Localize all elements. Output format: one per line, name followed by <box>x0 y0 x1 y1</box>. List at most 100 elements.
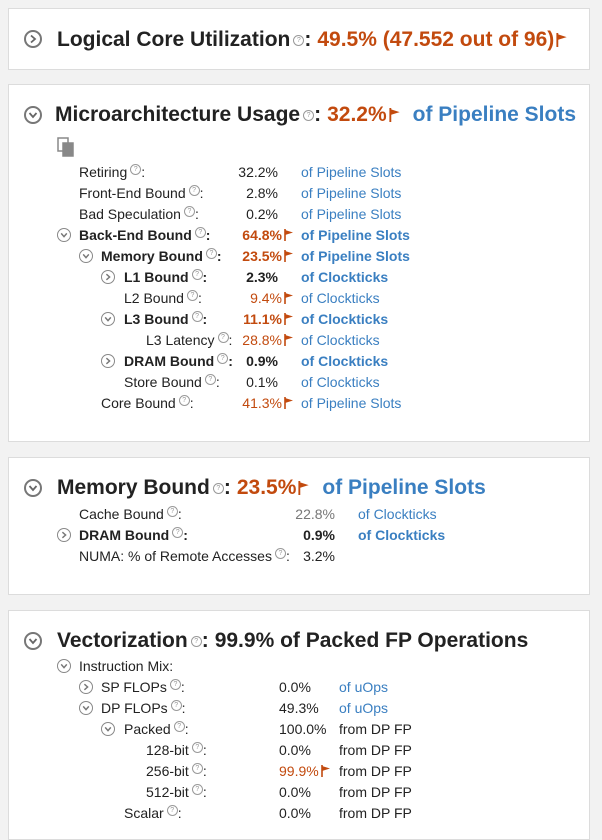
help-icon[interactable]: ? <box>186 290 198 302</box>
metric-row-bad-speculation: Bad Speculation?: 0.2% of Pipeline Slots <box>9 204 589 225</box>
vectorization-title: Vectorization <box>57 629 188 652</box>
collapse-toggle-icon[interactable] <box>79 701 93 715</box>
metric-unit: from DP FP <box>339 721 412 737</box>
help-icon[interactable]: ? <box>183 206 195 218</box>
help-icon[interactable]: ? <box>169 679 181 691</box>
flag-icon <box>556 33 567 47</box>
help-icon[interactable]: ? <box>303 109 315 121</box>
metric-row-back-end-bound: Back-End Bound?: 64.8% of Pipeline Slots <box>9 225 589 246</box>
flag-icon <box>284 250 293 262</box>
metric-value: 0.0% <box>279 679 311 695</box>
collapse-toggle-icon[interactable] <box>24 479 42 497</box>
metric-row-l3-latency: L3 Latency?: 28.8% of Clockticks <box>9 330 589 351</box>
help-icon[interactable]: ? <box>194 227 206 239</box>
expand-toggle-icon[interactable] <box>57 528 71 542</box>
memory-bound-unit: of Pipeline Slots <box>322 476 486 499</box>
flag-icon <box>284 313 293 325</box>
expand-toggle-icon[interactable] <box>24 30 42 48</box>
help-icon[interactable]: ? <box>190 635 202 647</box>
help-icon[interactable]: ? <box>191 311 203 323</box>
metric-row-l3-bound: L3 Bound?: 11.1% of Clockticks <box>9 309 589 330</box>
metric-label: Memory Bound <box>101 248 203 264</box>
collapse-toggle-icon[interactable] <box>24 106 42 124</box>
microarchitecture-usage-panel: Microarchitecture Usage ? : 32.2% of Pip… <box>8 84 590 442</box>
microarchitecture-title: Microarchitecture Usage <box>55 103 301 126</box>
metric-label: Packed <box>124 721 171 737</box>
metric-value: 11.1% <box>209 309 294 330</box>
metric-value: 9.4% <box>209 288 294 309</box>
help-icon[interactable]: ? <box>166 805 178 817</box>
metric-value: 0.1% <box>246 374 278 390</box>
metric-label: 512-bit <box>146 784 189 800</box>
metric-value-text: 23.5% <box>242 248 282 264</box>
metric-label: L3 Bound <box>124 311 189 327</box>
help-icon[interactable]: ? <box>293 34 305 46</box>
help-icon[interactable]: ? <box>191 742 203 754</box>
flag-icon <box>320 765 330 777</box>
metric-unit: of Clockticks <box>358 527 446 543</box>
expand-toggle-icon[interactable] <box>101 270 115 284</box>
metric-unit: of Clockticks <box>301 269 389 285</box>
collapse-toggle-icon[interactable] <box>79 249 93 263</box>
metric-value: 3.2% <box>303 548 335 564</box>
help-icon[interactable]: ? <box>178 395 190 407</box>
help-icon[interactable]: ? <box>170 700 182 712</box>
metric-unit: of Pipeline Slots <box>301 206 402 222</box>
metric-unit: of Pipeline Slots <box>301 164 402 180</box>
collapse-toggle-icon[interactable] <box>101 722 115 736</box>
metric-value: 0.9% <box>303 527 335 543</box>
metric-value: 0.0% <box>279 742 311 758</box>
metric-value: 49.3% <box>279 700 319 716</box>
copy-icon[interactable] <box>57 137 75 157</box>
metric-label: L1 Bound <box>124 269 189 285</box>
metric-value-text: 99.9% <box>279 763 319 779</box>
collapse-toggle-icon[interactable] <box>57 228 71 242</box>
metric-row-numa-remote: NUMA: % of Remote Accesses?: 3.2% <box>9 546 589 567</box>
help-icon[interactable]: ? <box>188 185 200 197</box>
metric-row-dp-flops: DP FLOPs?: 49.3% of uOps <box>9 698 589 719</box>
help-icon[interactable]: ? <box>166 506 178 518</box>
collapse-toggle-icon[interactable] <box>101 312 115 326</box>
flag-icon <box>284 229 293 241</box>
expand-toggle-icon[interactable] <box>79 680 93 694</box>
metric-label: DRAM Bound <box>124 353 215 369</box>
title-separator: : <box>201 629 209 652</box>
metric-row-l2-bound: L2 Bound?: 9.4% of Clockticks <box>9 288 589 309</box>
collapse-toggle-icon[interactable] <box>57 659 71 673</box>
metric-value: 32.2% <box>238 164 278 180</box>
metric-value: 22.8% <box>295 506 335 522</box>
metric-unit: of Clockticks <box>358 506 437 522</box>
help-icon[interactable]: ? <box>191 269 203 281</box>
metric-row-cache-bound: Cache Bound?: 22.8% of Clockticks <box>9 504 589 525</box>
core-utilization-panel: Logical Core Utilization ? : 49.5% (47.5… <box>8 8 590 70</box>
metric-label: Scalar <box>124 805 164 821</box>
metric-label: Retiring <box>79 164 128 180</box>
metric-unit: of Clockticks <box>301 332 380 348</box>
metric-row-scalar: Scalar?: 0.0% from DP FP <box>9 803 589 824</box>
metric-label: Bad Speculation <box>79 206 181 222</box>
help-icon[interactable]: ? <box>191 784 203 796</box>
help-icon[interactable]: ? <box>130 164 142 176</box>
metric-value: 0.0% <box>279 805 311 821</box>
metric-value: 0.2% <box>246 206 278 222</box>
metric-value: 0.0% <box>279 784 311 800</box>
help-icon[interactable]: ? <box>212 482 224 494</box>
help-icon[interactable]: ? <box>172 527 184 539</box>
metric-label: Front-End Bound <box>79 185 186 201</box>
metric-row-packed: Packed?: 100.0% from DP FP <box>9 719 589 740</box>
metric-unit: of Pipeline Slots <box>301 395 402 411</box>
expand-toggle-icon[interactable] <box>101 354 115 368</box>
flag-icon <box>389 108 400 122</box>
vectorization-panel: Vectorization ? : 99.9% of Packed FP Ope… <box>8 610 590 840</box>
memory-bound-title: Memory Bound <box>57 476 210 499</box>
metric-row-retiring: Retiring?: 32.2% of Pipeline Slots <box>9 162 589 183</box>
title-separator: : <box>223 476 231 499</box>
metric-unit: of Clockticks <box>301 311 389 327</box>
metric-row-core-bound: Core Bound?: 41.3% of Pipeline Slots <box>9 393 589 414</box>
help-icon[interactable]: ? <box>173 721 185 733</box>
metric-row-l1-bound: L1 Bound?: 2.3% of Clockticks <box>9 267 589 288</box>
help-icon[interactable]: ? <box>191 763 203 775</box>
title-separator: : <box>314 103 322 126</box>
metric-value: 99.9% <box>279 761 331 782</box>
collapse-toggle-icon[interactable] <box>24 632 42 650</box>
